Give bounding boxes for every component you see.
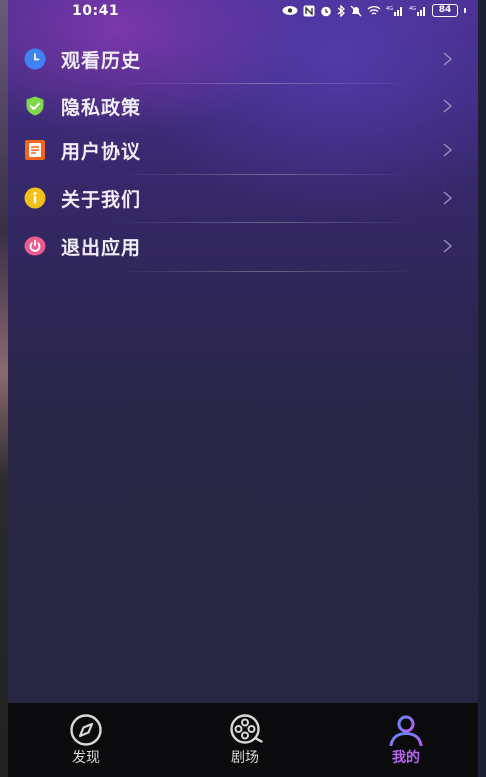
chevron-right-icon: [443, 143, 453, 157]
svg-text:4G: 4G: [409, 6, 416, 12]
tab-label: 发现: [72, 750, 100, 766]
menu-item-label: 观看历史: [61, 49, 142, 72]
tab-discover[interactable]: 发现: [16, 703, 156, 777]
film-reel-icon: [230, 714, 263, 744]
signal-4g-icon: 4G: [386, 6, 402, 16]
chevron-right-icon: [443, 239, 453, 253]
menu-item-privacy-policy[interactable]: 隐私政策: [8, 84, 478, 128]
mute-icon: [350, 5, 362, 16]
tab-mine[interactable]: 我的: [336, 703, 476, 777]
eye-icon: [282, 6, 298, 15]
divider: [112, 174, 418, 175]
tab-label: 剧场: [231, 750, 259, 766]
status-bar: 10:41 4G 4G 84: [8, 0, 478, 22]
bottom-tab-bar: 发现 剧场 我的: [8, 703, 478, 777]
menu-item-exit-app[interactable]: 退出应用: [8, 224, 478, 268]
tab-label: 我的: [392, 750, 420, 766]
menu-item-about-us[interactable]: 关于我们: [8, 176, 478, 220]
svg-text:4G: 4G: [386, 6, 393, 12]
tab-theater[interactable]: 剧场: [175, 703, 315, 777]
bluetooth-icon: [337, 4, 345, 17]
document-icon: [24, 139, 46, 161]
battery-cap: [464, 8, 466, 13]
chevron-right-icon: [443, 52, 453, 66]
menu-item-label: 用户协议: [61, 140, 142, 163]
status-time: 10:41: [72, 3, 120, 19]
divider: [112, 222, 418, 223]
nfc-icon: [303, 5, 315, 16]
menu-item-label: 隐私政策: [61, 96, 142, 119]
menu-item-user-agreement[interactable]: 用户协议: [8, 128, 478, 172]
wifi-icon: [367, 6, 381, 15]
alarm-icon: [321, 6, 331, 16]
chevron-right-icon: [443, 191, 453, 205]
user-icon: [389, 715, 423, 746]
clock-icon: [24, 48, 46, 70]
menu-item-label: 关于我们: [61, 188, 142, 211]
shield-check-icon: [24, 95, 46, 117]
status-icons: 4G 4G 84: [282, 4, 466, 17]
divider: [112, 271, 418, 272]
background-app-edge: [0, 0, 8, 777]
power-icon: [24, 235, 46, 257]
menu-item-watch-history[interactable]: 观看历史: [8, 37, 478, 81]
background-edge: [478, 0, 486, 777]
info-icon: [24, 187, 46, 209]
chevron-right-icon: [443, 99, 453, 113]
compass-icon: [70, 714, 102, 746]
signal-4g-icon: 4G: [409, 6, 425, 16]
profile-drawer: 10:41 4G 4G 84 观看历史 隐私政策 用户协议 关于我们 退出应用 …: [8, 0, 478, 777]
menu-item-label: 退出应用: [61, 236, 142, 259]
battery-icon: 84: [432, 4, 458, 17]
